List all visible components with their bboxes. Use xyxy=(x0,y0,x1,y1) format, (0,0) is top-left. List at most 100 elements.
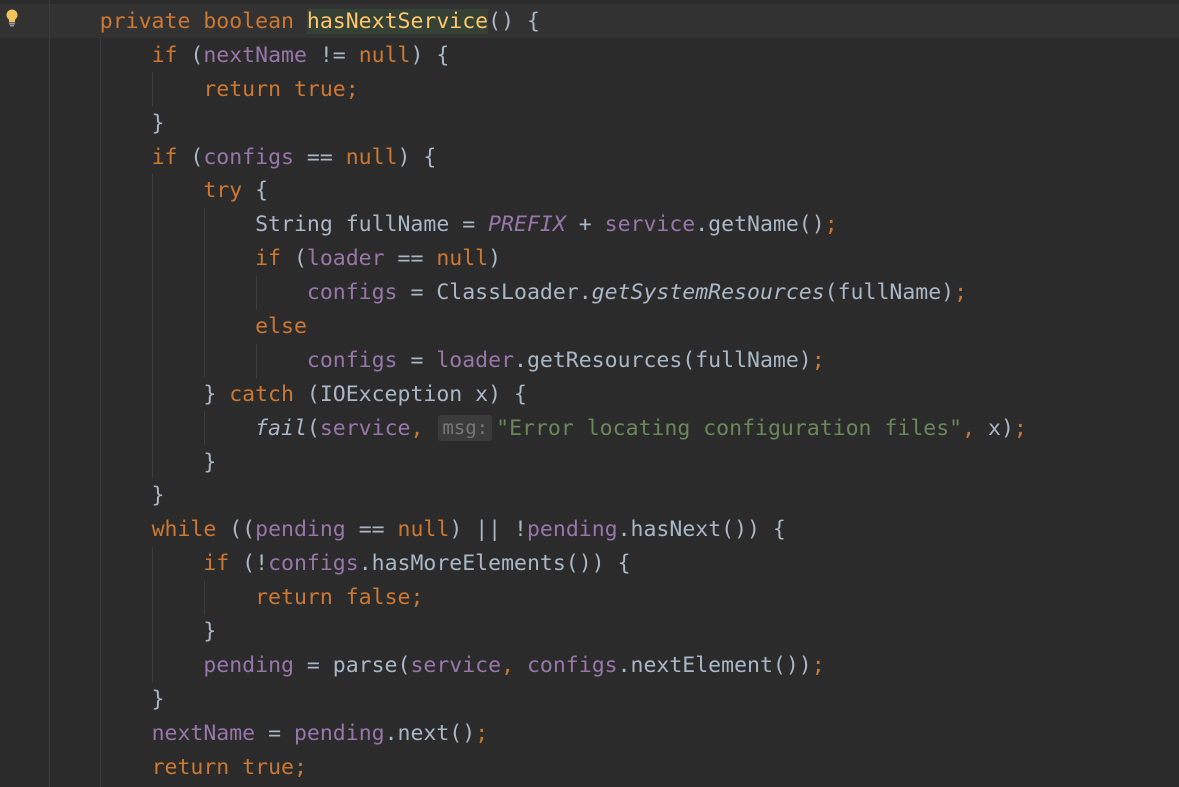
code-token: == xyxy=(345,517,398,543)
code-token: configs xyxy=(203,144,294,170)
code-token: getSystemResources xyxy=(591,280,825,306)
code-token: loader xyxy=(306,246,385,272)
code-token: ) || ! xyxy=(449,517,527,543)
code-token: null xyxy=(358,42,411,68)
code-token: ; xyxy=(811,347,825,373)
code-token: ; xyxy=(345,76,359,102)
code-token: configs xyxy=(268,551,359,577)
code-token: configs xyxy=(306,347,398,373)
code-token: (fullName) xyxy=(824,280,955,306)
code-token: loader xyxy=(436,347,515,373)
code-token: ) { xyxy=(397,144,437,170)
code-line[interactable]: String fullName = PREFIX + service.getNa… xyxy=(48,208,1027,242)
code-token: service xyxy=(410,652,502,678)
code-line[interactable]: configs = ClassLoader.getSystemResources… xyxy=(48,276,1027,310)
code-token: ; xyxy=(954,280,968,306)
code-line[interactable]: nextName = pending.next(); xyxy=(48,717,1027,751)
code-token: } xyxy=(48,619,217,645)
code-token: return xyxy=(151,754,230,780)
code-line[interactable]: private boolean hasNextService() { xyxy=(48,5,1027,39)
code-token: } xyxy=(48,381,230,407)
code-token: false xyxy=(345,585,411,611)
code-line[interactable]: else xyxy=(48,310,1027,344)
code-line[interactable]: return false; xyxy=(48,581,1027,615)
code-token: configs xyxy=(306,280,398,306)
code-token: "Error locating configuration files" xyxy=(496,415,963,441)
lightbulb-icon[interactable] xyxy=(5,8,19,28)
code-lines[interactable]: private boolean hasNextService() { if (n… xyxy=(48,5,1027,784)
code-token: ; xyxy=(410,585,424,611)
code-token: private xyxy=(99,9,191,34)
code-token: else xyxy=(255,314,307,340)
code-line[interactable]: return true; xyxy=(48,73,1027,107)
code-token: ; xyxy=(475,720,489,746)
code-token: return xyxy=(203,76,282,102)
code-token: if xyxy=(151,42,178,68)
code-line[interactable]: while ((pending == null) || !pending.has… xyxy=(48,513,1027,547)
code-line[interactable]: } xyxy=(48,107,1027,141)
code-token: service xyxy=(604,212,696,238)
code-line[interactable]: if (!configs.hasMoreElements()) { xyxy=(48,547,1027,581)
code-line[interactable]: if (nextName != null) { xyxy=(48,39,1027,73)
code-token: return xyxy=(255,585,333,611)
code-token: , xyxy=(962,415,976,441)
code-line[interactable]: } xyxy=(48,615,1027,649)
code-line[interactable]: try { xyxy=(48,174,1027,208)
code-token: ( xyxy=(177,42,204,68)
code-token: .getResources(fullName) xyxy=(514,347,812,373)
code-editor[interactable]: private boolean hasNextService() { if (n… xyxy=(0,0,1179,787)
code-token: .next() xyxy=(384,720,476,746)
code-token: } xyxy=(48,686,165,712)
code-line[interactable]: } xyxy=(48,446,1027,480)
code-line[interactable]: configs = loader.getResources(fullName); xyxy=(48,344,1027,378)
code-token: , xyxy=(501,652,515,678)
code-token: while xyxy=(151,517,217,543)
code-token: ; xyxy=(824,212,838,238)
code-token: ; xyxy=(293,754,307,780)
code-token: , xyxy=(410,415,424,441)
code-token: (( xyxy=(216,517,256,543)
code-line[interactable]: return true; xyxy=(48,751,1027,785)
code-token: + xyxy=(565,212,605,238)
code-token: ) { xyxy=(410,42,450,68)
code-token: != xyxy=(306,42,359,68)
code-token: x) xyxy=(975,415,1014,441)
code-token: nextName xyxy=(151,720,256,746)
code-token: ( xyxy=(281,246,307,272)
code-line[interactable]: fail(service, msg: "Error locating config… xyxy=(48,412,1027,446)
parameter-hint: msg: xyxy=(438,414,493,441)
code-token: pending xyxy=(255,517,346,543)
code-token: try xyxy=(203,178,243,204)
code-token: == xyxy=(384,246,437,272)
code-line[interactable]: } catch (IOException x) { xyxy=(48,378,1027,412)
code-token: .nextElement()) xyxy=(617,652,812,678)
code-token: catch xyxy=(229,381,294,407)
code-token: ) xyxy=(488,246,502,272)
code-token: if xyxy=(255,246,281,272)
code-token: String fullName = xyxy=(48,212,489,238)
code-token: = parse( xyxy=(293,652,411,678)
code-line[interactable]: pending = parse(service, configs.nextEle… xyxy=(48,649,1027,683)
code-token: = xyxy=(255,720,294,746)
code-token: PREFIX xyxy=(488,212,566,238)
code-line[interactable]: if (configs == null) { xyxy=(48,141,1027,175)
code-line[interactable]: if (loader == null) xyxy=(48,242,1027,276)
code-token: = ClassLoader. xyxy=(397,280,592,306)
code-line[interactable]: } xyxy=(48,479,1027,513)
code-token: = xyxy=(397,347,437,373)
code-line[interactable]: } xyxy=(48,683,1027,717)
